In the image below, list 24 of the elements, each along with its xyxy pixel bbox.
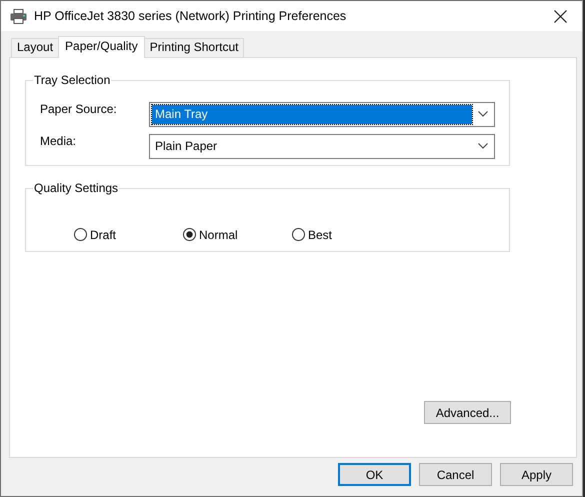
field-label: Media:: [40, 133, 78, 148]
dialog-button[interactable]: Apply: [500, 463, 573, 486]
radio-label[interactable]: Draft: [90, 228, 116, 242]
group-title: Quality Settings: [33, 181, 120, 196]
chevron-icon: [478, 143, 488, 149]
close-icon[interactable]: [554, 10, 567, 22]
field-label: Paper Source:: [40, 101, 118, 116]
radio-button[interactable]: [74, 228, 87, 241]
chevron-icon: [478, 111, 488, 117]
window-title: HP OfficeJet 3830 series (Network) Printing Preferences: [34, 9, 348, 23]
radio-label[interactable]: Best: [308, 228, 332, 242]
tab[interactable]: Paper/Quality: [58, 36, 145, 58]
dropdown[interactable]: Main Tray: [149, 102, 495, 126]
dialog-button[interactable]: OK: [338, 463, 411, 486]
advanced-button[interactable]: Advanced...: [424, 401, 511, 424]
group-title: Tray Selection: [33, 73, 112, 88]
radio-button[interactable]: [292, 228, 305, 241]
tab[interactable]: Printing Shortcut: [144, 38, 244, 57]
dropdown[interactable]: Plain Paper: [149, 134, 495, 158]
printer-icon: [10, 8, 27, 24]
tab[interactable]: Layout: [11, 38, 60, 57]
radio-label[interactable]: Normal: [199, 228, 238, 242]
radio-button[interactable]: [183, 228, 196, 241]
dialog-button[interactable]: Cancel: [419, 463, 492, 486]
